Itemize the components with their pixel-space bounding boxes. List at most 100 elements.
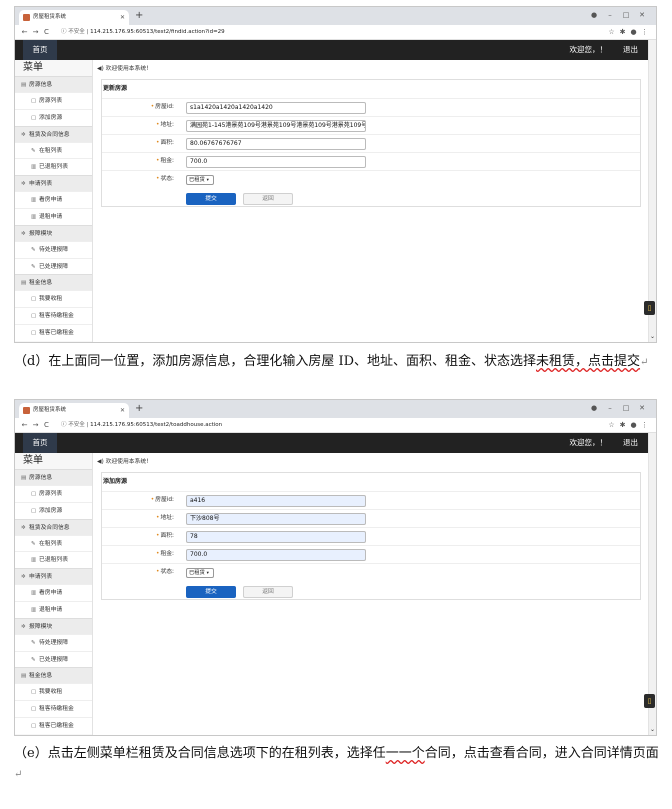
close-tab-icon[interactable]: ✕ (120, 10, 125, 25)
page-scrollbar[interactable] (648, 433, 656, 735)
status-select[interactable]: 已租赁 ▾ (186, 175, 214, 185)
bookmark-star-icon[interactable]: ☆ (606, 25, 617, 40)
scroll-down-icon[interactable]: ⌄ (650, 333, 655, 340)
logout-link[interactable]: 退出 (623, 40, 638, 60)
document-icon: ▢ (31, 689, 37, 696)
welcome-notice: ◀) 欢迎使用本系统! (97, 66, 149, 72)
gear-icon: ✲ (21, 131, 26, 138)
home-link[interactable]: 首页 (23, 40, 57, 60)
rent-input[interactable]: 700.0 (186, 156, 366, 168)
menu-item-paid-rent[interactable]: ▢ 租客已缴租金 (15, 323, 92, 341)
minimize-icon[interactable]: – (602, 401, 618, 415)
menu-group-rent[interactable]: ▤ 租金信息 (15, 274, 92, 291)
field-label: •租金: (156, 551, 174, 557)
reload-icon[interactable]: C (41, 25, 52, 40)
menu-group-housing[interactable]: ▤ 房源信息 (15, 469, 92, 485)
menu-item-house-list[interactable]: ▢ 房源列表 (15, 92, 92, 109)
scroll-down-icon[interactable]: ⌄ (650, 726, 655, 733)
menu-item-paid-rent[interactable]: ▢ 租客已缴租金 (15, 716, 92, 734)
tab-title: 房屋租赁系统 (33, 407, 67, 413)
menu-item-unpaid-rent[interactable]: ▢ 租客待缴租金 (15, 307, 92, 324)
menu-group-applications[interactable]: ✲ 申请列表 (15, 175, 92, 192)
menu-item-viewing-apply[interactable]: ▥ 看房申请 (15, 191, 92, 208)
profile-icon[interactable]: ● (628, 25, 639, 40)
wrench-icon: ✎ (31, 246, 36, 253)
reload-icon[interactable]: C (41, 418, 52, 433)
back-button[interactable]: 返回 (243, 193, 293, 205)
area-input[interactable]: 78 (186, 531, 366, 543)
submit-button[interactable]: 提交 (186, 193, 236, 205)
logout-link[interactable]: 退出 (623, 433, 638, 453)
house-id-input[interactable]: a416 (186, 495, 366, 507)
address-input[interactable]: 满园苑1-145港景苑109号港景苑109号港景苑109号港景苑109号 (186, 120, 366, 132)
page-scrollbar[interactable] (648, 40, 656, 342)
window-close-icon[interactable]: ✕ (634, 401, 650, 415)
maximize-icon[interactable]: □ (618, 401, 634, 415)
menu-item-exit-apply[interactable]: ▥ 退租申请 (15, 600, 92, 618)
menu-item-ended-list[interactable]: ▥ 已退租列表 (15, 158, 92, 176)
caption-d-underlined: 未租赁，点击提交 (536, 354, 641, 369)
url-text: 114.215.176.95:60513/test2/findid.action… (90, 29, 225, 35)
url-field[interactable]: ⓘ 不安全 | 114.215.176.95:60513/test2/findi… (61, 25, 225, 40)
info-icon: ⓘ (61, 422, 67, 428)
trash-icon: ▥ (31, 557, 37, 564)
menu-item-pending-faults[interactable]: ✎ 待处理报障 (15, 240, 92, 258)
new-tab-icon[interactable]: + (135, 9, 143, 23)
area-input[interactable]: 80.06767676767 (186, 138, 366, 150)
menu-kebab-icon[interactable]: ⋮ (639, 418, 650, 433)
menu-item-exit-apply[interactable]: ▥ 退租申请 (15, 207, 92, 225)
window-close-icon[interactable]: ✕ (634, 8, 650, 22)
menu-item-renting-list[interactable]: ✎ 在租列表 (15, 534, 92, 552)
menu-item-handled-faults[interactable]: ✎ 已处理报障 (15, 257, 92, 275)
menu-item-add-house[interactable]: ▢ 添加房源 (15, 501, 92, 519)
profile-icon[interactable]: ● (628, 418, 639, 433)
menu-item-collect-rent[interactable]: ▢ 我要收租 (15, 683, 92, 701)
menu-group-applications[interactable]: ✲ 申请列表 (15, 568, 92, 585)
form-row-rent: •租金: 700.0 (102, 545, 640, 562)
menu-item-add-house[interactable]: ▢ 添加房源 (15, 108, 92, 126)
menu-item-ended-list[interactable]: ▥ 已退租列表 (15, 551, 92, 569)
maximize-icon[interactable]: □ (618, 8, 634, 22)
back-button[interactable]: 返回 (243, 586, 293, 598)
rent-input[interactable]: 700.0 (186, 549, 366, 561)
menu-group-lease[interactable]: ✲ 租赁及合同信息 (15, 518, 92, 535)
menu-item-viewing-apply[interactable]: ▥ 看房申请 (15, 584, 92, 601)
submit-button[interactable]: 提交 (186, 586, 236, 598)
new-tab-icon[interactable]: + (135, 402, 143, 416)
extensions-icon[interactable]: ✱ (617, 418, 628, 433)
extensions-icon[interactable]: ✱ (617, 25, 628, 40)
menu-kebab-icon[interactable]: ⋮ (639, 25, 650, 40)
forward-icon[interactable]: → (30, 418, 41, 433)
url-field[interactable]: ⓘ 不安全 | 114.215.176.95:60513/test2/toadd… (61, 418, 222, 433)
menu-group-lease[interactable]: ✲ 租赁及合同信息 (15, 125, 92, 142)
menu-item-unpaid-rent[interactable]: ▢ 租客待缴租金 (15, 700, 92, 717)
menu-item-handled-faults[interactable]: ✎ 已处理报障 (15, 650, 92, 668)
bookmark-star-icon[interactable]: ☆ (606, 418, 617, 433)
menu-group-rent[interactable]: ▤ 租金信息 (15, 667, 92, 684)
gear-icon: ✲ (21, 623, 26, 630)
minimize-icon[interactable]: – (602, 8, 618, 22)
back-icon[interactable]: ← (19, 418, 30, 433)
menu-group-faults[interactable]: ✲ 报障模块 (15, 224, 92, 241)
form-row-rent: •租金: 700.0 (102, 152, 640, 169)
status-select[interactable]: 已租赁 ▾ (186, 568, 214, 578)
floating-tool-icon[interactable]: ▯ (644, 301, 655, 315)
menu-item-pending-faults[interactable]: ✎ 待处理报障 (15, 633, 92, 651)
house-id-input[interactable]: s1a1420a1420a1420a1420 (186, 102, 366, 114)
browser-account-icon[interactable]: ● (586, 401, 602, 415)
menu-item-collect-rent[interactable]: ▢ 我要收租 (15, 290, 92, 308)
address-input[interactable]: 下沙808号 (186, 513, 366, 525)
close-tab-icon[interactable]: ✕ (120, 403, 125, 418)
sidebar-menu: 菜单 ▤ 房源信息 ▢ 房源列表 ▢ 添加房源 ✲ 租赁及合同信息 ✎ 在租列表 ▥ 已退租… (15, 60, 93, 342)
menu-item-house-list[interactable]: ▢ 房源列表 (15, 485, 92, 502)
back-icon[interactable]: ← (19, 25, 30, 40)
home-link[interactable]: 首页 (23, 433, 57, 453)
menu-group-housing[interactable]: ▤ 房源信息 (15, 76, 92, 92)
menu-group-faults[interactable]: ✲ 报障模块 (15, 617, 92, 634)
menu-item-renting-list[interactable]: ✎ 在租列表 (15, 141, 92, 159)
forward-icon[interactable]: → (30, 25, 41, 40)
browser-account-icon[interactable]: ● (586, 8, 602, 22)
browser-tab[interactable]: 房屋租赁系统 ✕ (19, 10, 129, 25)
floating-tool-icon[interactable]: ▯ (644, 694, 655, 708)
browser-tab[interactable]: 房屋租赁系统 ✕ (19, 403, 129, 418)
